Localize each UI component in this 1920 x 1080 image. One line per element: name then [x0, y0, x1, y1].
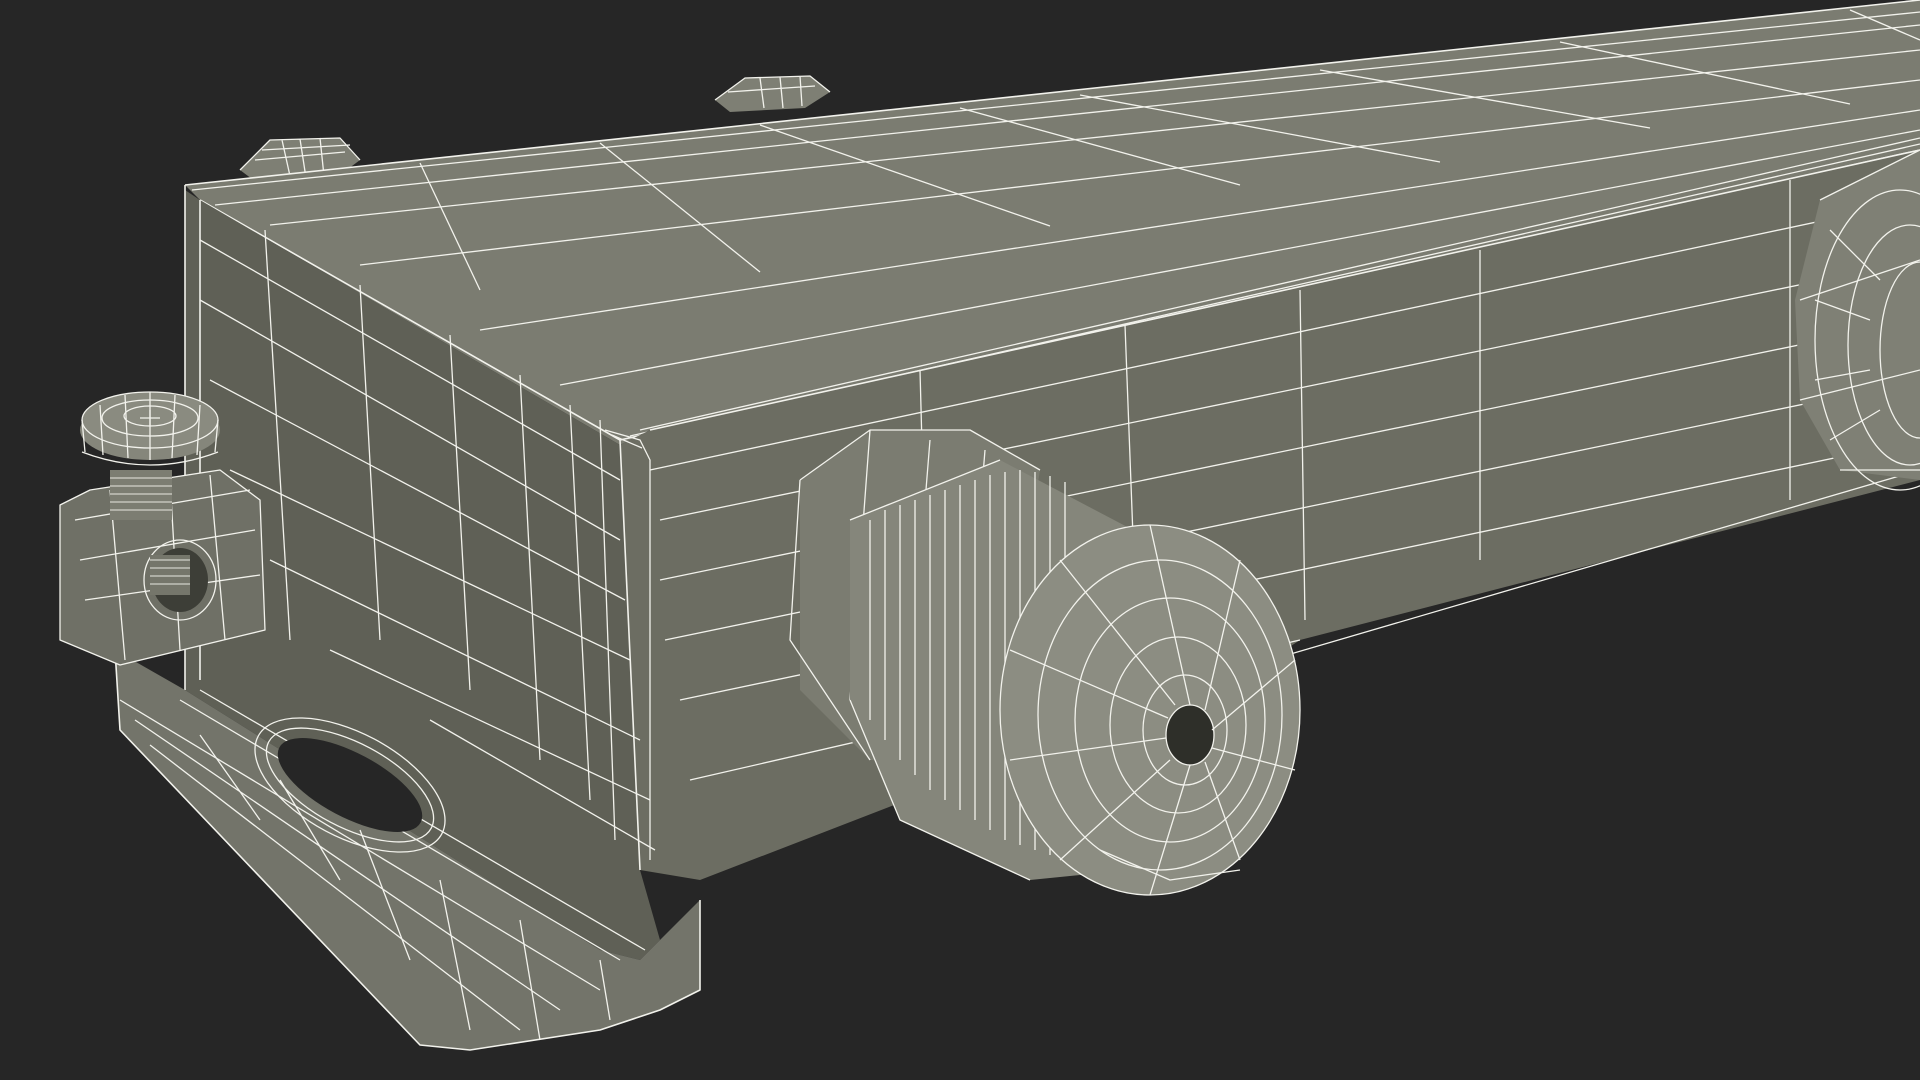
junction-box-wireframe-model — [0, 0, 1920, 1080]
wireframe-render-viewport — [0, 0, 1920, 1080]
